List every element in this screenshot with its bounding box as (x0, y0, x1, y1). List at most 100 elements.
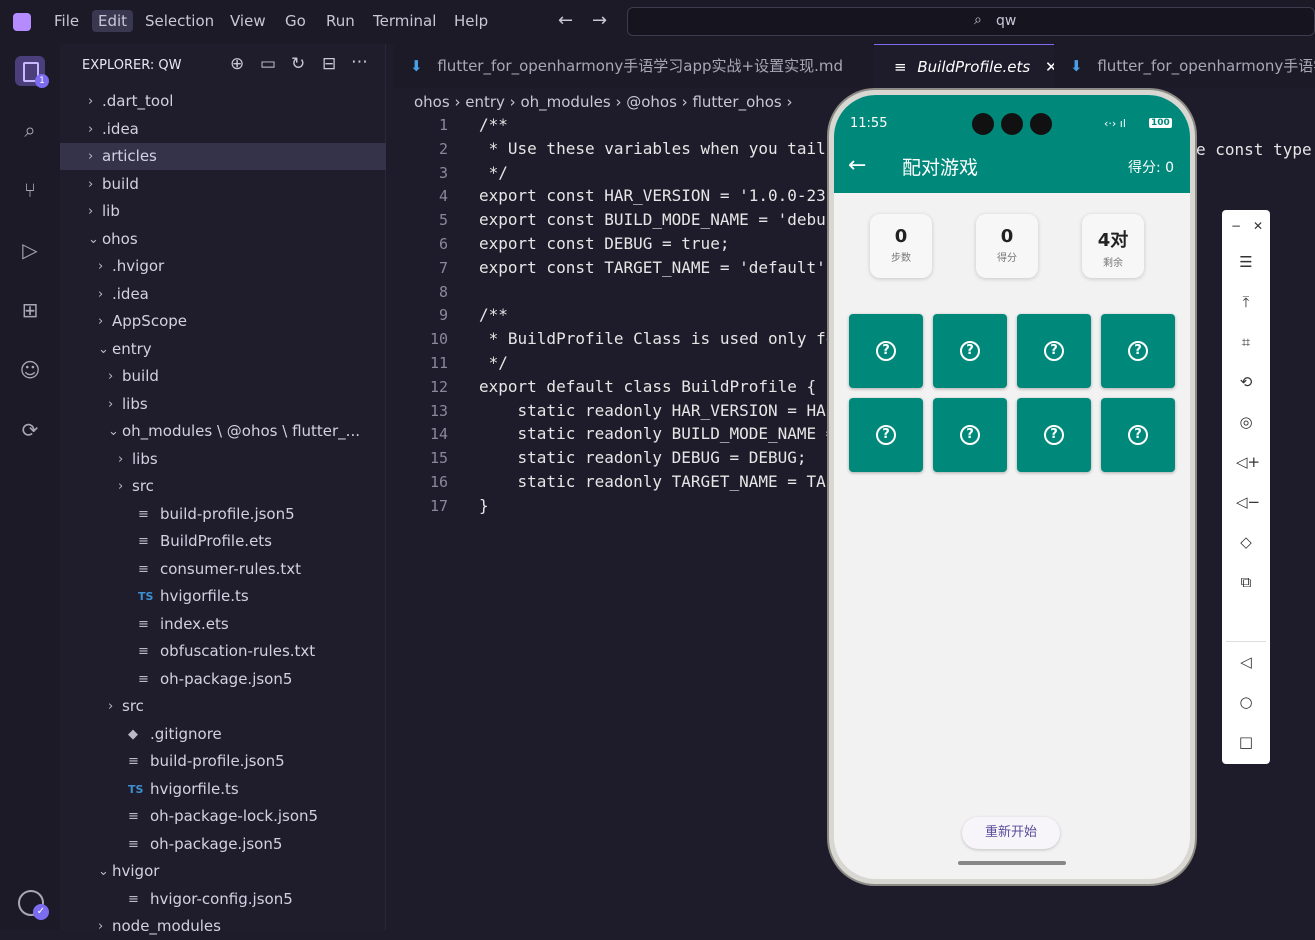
crop-icon[interactable]: ⌗ (1236, 332, 1256, 352)
record-icon[interactable]: ◎ (1236, 412, 1256, 432)
pin-top-icon[interactable]: ⤒ (1236, 292, 1256, 312)
memory-card[interactable]: ? (933, 314, 1007, 388)
tree-folder[interactable]: › .idea (60, 281, 386, 308)
tree-file[interactable]: TS hvigorfile.ts (60, 583, 386, 610)
score-label: 得分: 0 (1128, 160, 1175, 176)
menu-go[interactable]: Go (285, 12, 306, 30)
tree-folder[interactable]: › build (60, 363, 386, 390)
tree-file[interactable]: ≡ build-profile.json5 (60, 748, 386, 775)
code-line: */ (479, 162, 508, 182)
memory-card[interactable]: ? (1101, 398, 1175, 472)
volume-up-icon[interactable]: ◁+ (1236, 452, 1260, 472)
file-lines-icon: ≡ (128, 836, 139, 852)
tree-folder[interactable]: › node_modules (60, 913, 386, 940)
back-arrow-icon[interactable]: ← (848, 153, 866, 178)
home-indicator[interactable] (958, 861, 1066, 865)
explorer-icon[interactable]: 1 (15, 56, 49, 88)
tree-file[interactable]: ≡ consumer-rules.txt (60, 556, 386, 583)
tree-file[interactable]: ≡ build-profile.json5 (60, 501, 386, 528)
tree-folder[interactable]: ⌄ entry (60, 336, 386, 363)
tree-file[interactable]: ≡ oh-package-lock.json5 (60, 803, 386, 830)
tree-folder[interactable]: ⌄ ohos (60, 226, 386, 253)
close-icon[interactable]: ✕ (1248, 216, 1268, 236)
forward-arrow-icon[interactable]: → (592, 10, 607, 31)
memory-card[interactable]: ? (849, 314, 923, 388)
refresh-icon[interactable]: ↻ (291, 54, 305, 74)
tree-folder[interactable]: › libs (60, 391, 386, 418)
menu-run[interactable]: Run (326, 12, 355, 30)
menu-view[interactable]: View (230, 12, 266, 30)
stat-card: 4对 剩余 (1082, 214, 1144, 278)
account-icon[interactable]: ✓ (15, 888, 49, 920)
rotate-icon[interactable]: ⟲ (1236, 372, 1256, 392)
search-icon: ⌕ (974, 12, 982, 28)
breadcrumb-item[interactable]: flutter_ohos (692, 93, 781, 111)
memory-card[interactable]: ? (1017, 314, 1091, 388)
tab-markdown-file[interactable]: ⬇ flutter_for_openharmony手语学习app实战+设置实现.… (394, 44, 874, 88)
memory-card[interactable]: ? (849, 398, 923, 472)
tab-buildprofile[interactable]: ≡ BuildProfile.ets ✕ (874, 44, 1054, 88)
tree-file[interactable]: TS hvigorfile.ts (60, 776, 386, 803)
tree-folder[interactable]: › .hvigor (60, 253, 386, 280)
tab-markdown-file-2[interactable]: ⬇ flutter_for_openharmony手语学 (1054, 44, 1315, 88)
tree-folder[interactable]: › .dart_tool (60, 88, 386, 115)
tree-file[interactable]: ≡ hvigor-config.json5 (60, 886, 386, 913)
remote-icon[interactable]: ⟳ (15, 418, 45, 448)
menu-edit[interactable]: Edit (92, 10, 134, 32)
download-arrow-icon: ⬇ (410, 57, 423, 75)
tree-file[interactable]: ◆ .gitignore (60, 721, 386, 748)
breadcrumb-item[interactable]: entry (465, 93, 505, 111)
memory-card[interactable]: ? (1017, 398, 1091, 472)
breadcrumb-item[interactable]: oh_modules (520, 93, 610, 111)
tree-file[interactable]: ≡ oh-package.json5 (60, 831, 386, 858)
volume-down-icon[interactable]: ◁− (1236, 492, 1260, 512)
menu-icon[interactable]: ☰ (1236, 252, 1256, 272)
memory-card[interactable]: ? (933, 398, 1007, 472)
screenshot-icon[interactable]: ⧉ (1236, 572, 1256, 592)
menu-selection[interactable]: Selection (145, 12, 214, 30)
back-arrow-icon[interactable]: ← (558, 10, 573, 31)
chevron-down-icon: ⌄ (98, 341, 109, 357)
tree-label: src (122, 697, 144, 715)
memory-card[interactable]: ? (1101, 314, 1175, 388)
tree-folder[interactable]: › articles (60, 143, 386, 170)
tree-label: oh-package.json5 (160, 669, 293, 688)
menu-file[interactable]: File (54, 12, 79, 30)
search-icon[interactable]: ⌕ (15, 118, 45, 148)
tree-folder[interactable]: › build (60, 171, 386, 198)
tree-folder[interactable]: › lib (60, 198, 386, 225)
breadcrumb-item[interactable]: @ohos (626, 93, 677, 111)
nav-back-icon[interactable]: ◁ (1236, 652, 1256, 672)
collapse-all-icon[interactable]: ⊟ (322, 54, 336, 74)
command-center-search[interactable]: ⌕ qw (627, 7, 1315, 36)
menu-help[interactable]: Help (454, 12, 488, 30)
new-file-icon[interactable]: ⊕ (230, 54, 244, 74)
tree-folder[interactable]: › .idea (60, 116, 386, 143)
new-folder-icon[interactable]: ▭ (260, 54, 276, 74)
nav-recent-icon[interactable]: □ (1236, 732, 1256, 752)
tree-folder[interactable]: › src (60, 693, 386, 720)
menu-terminal[interactable]: Terminal (373, 12, 436, 30)
source-control-icon[interactable]: ⑂ (15, 178, 45, 208)
tree-folder[interactable]: ⌄ hvigor (60, 858, 386, 885)
tree-file[interactable]: ≡ obfuscation-rules.txt (60, 638, 386, 665)
tree-folder[interactable]: › AppScope (60, 308, 386, 335)
run-debug-icon[interactable]: ▷ (15, 238, 45, 268)
breadcrumb-item[interactable]: ohos (414, 93, 450, 111)
close-icon[interactable]: ✕ (1045, 58, 1054, 76)
tree-folder[interactable]: ⌄ oh_modules \ @ohos \ flutter_... (60, 418, 386, 445)
restart-button[interactable]: 重新开始 (962, 817, 1060, 849)
extensions-icon[interactable]: ⊞ (15, 298, 45, 328)
tree-folder[interactable]: › src (60, 473, 386, 500)
minimize-icon[interactable]: − (1226, 216, 1246, 236)
fold-icon[interactable]: ◇ (1236, 532, 1256, 552)
tree-file[interactable]: ≡ oh-package.json5 (60, 666, 386, 693)
tree-folder[interactable]: › libs (60, 446, 386, 473)
nav-home-icon[interactable]: ○ (1236, 692, 1256, 712)
tree-file[interactable]: ≡ BuildProfile.ets (60, 528, 386, 555)
more-actions-icon[interactable]: ⋯ (351, 52, 368, 72)
typescript-icon: TS (138, 590, 154, 603)
app-logo-icon[interactable] (13, 13, 31, 31)
tree-file[interactable]: ≡ index.ets (60, 611, 386, 638)
chat-ghost-icon[interactable]: ☺ (15, 358, 45, 388)
